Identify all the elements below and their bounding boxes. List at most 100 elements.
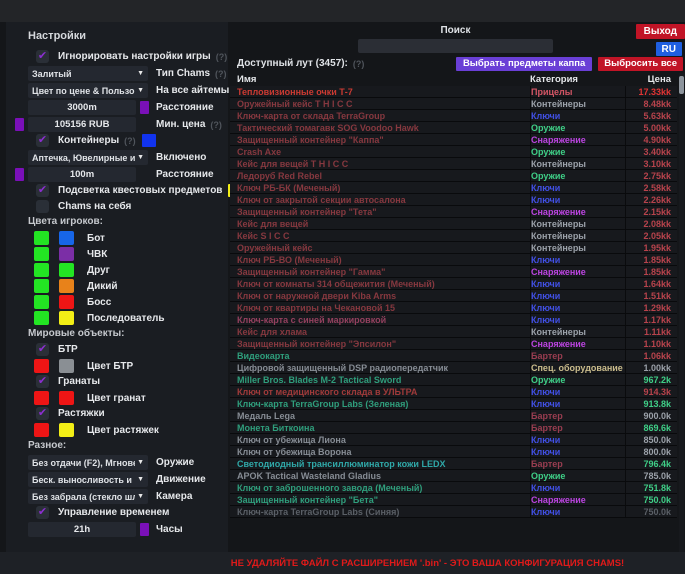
loot-row[interactable]: Оружейный кейс T H I C CКонтейнеры8.48kk (230, 98, 677, 110)
checkbox[interactable]: ✔ (36, 184, 49, 197)
loot-row[interactable]: Ключ от комнаты 314 общежития (Меченый)К… (230, 278, 677, 290)
dropdown-select[interactable]: Аптечка, Ювелирные и...▼ (28, 150, 148, 165)
color-swatch[interactable] (34, 263, 49, 277)
loot-row[interactable]: Кейс S I C CКонтейнеры2.05kk (230, 230, 677, 242)
column-header-name[interactable]: Имя (230, 74, 530, 85)
loot-item-price: 5.00kk (625, 122, 677, 133)
loot-row[interactable]: Ключ РБ-ВО (Меченый)Ключи1.85kk (230, 254, 677, 266)
loot-row[interactable]: Защищенный контейнер "Эпсилон"Снаряжение… (230, 338, 677, 350)
loot-row[interactable]: APOK Tactical Wasteland GladiusОружие785… (230, 470, 677, 482)
color-swatch[interactable] (34, 295, 49, 309)
checkbox-label: БТР (58, 344, 78, 355)
color-swatch[interactable] (34, 311, 49, 325)
loot-row[interactable]: Защищенный контейнер "Тета"Снаряжение2.1… (230, 206, 677, 218)
help-icon: (?) (210, 120, 222, 130)
loot-item-name: Оружейный кейс T H I C C (230, 99, 530, 109)
checkbox[interactable]: ✔ (36, 50, 49, 63)
loot-row[interactable]: Медаль LegaБартер900.0k (230, 410, 677, 422)
loot-row[interactable]: Кейс для вещейКонтейнеры2.08kk (230, 218, 677, 230)
loot-row[interactable]: Ключ от квартиры на Чекановой 15Ключи1.2… (230, 302, 677, 314)
checkbox[interactable]: ✔ (36, 343, 49, 356)
loot-row[interactable]: Ключ РБ-БК (Меченый)Ключи2.58kk (230, 182, 677, 194)
loot-row[interactable]: Ключ-карта TerraGroup Labs (Синяя)Ключи7… (230, 506, 677, 518)
loot-row[interactable]: Ключ от закрытой секции автосалонаКлючи2… (230, 194, 677, 206)
color-swatch[interactable] (59, 359, 74, 373)
loot-row[interactable]: Ключ от медицинского склада в УЛЬТРАКлюч… (230, 386, 677, 398)
color-swatch[interactable] (140, 101, 149, 114)
checkbox[interactable]: ✔ (36, 375, 49, 388)
loot-row[interactable]: Crash AxeОружие3.40kk (230, 146, 677, 158)
checkbox[interactable]: ✔ (36, 134, 49, 147)
loot-row[interactable]: Тактический томагавк SOG Voodoo HawkОруж… (230, 122, 677, 134)
dropdown-select[interactable]: Без забрала (стекло шлема)▼ (28, 489, 148, 504)
column-header-price[interactable]: Цена (625, 74, 677, 85)
dropdown-select[interactable]: Беск. выносливость и нет уста▼ (28, 472, 148, 487)
loot-item-price: 900.0k (625, 410, 677, 421)
dropdown-select[interactable]: Без отдачи (F2), Мгновенное п▼ (28, 455, 148, 470)
color-swatch[interactable] (59, 391, 74, 405)
loot-row[interactable]: Тепловизионные очки Т-7Прицелы17.33kk (230, 86, 677, 98)
color-swatch[interactable] (15, 168, 24, 181)
loot-row[interactable]: Защищенный контейнер "Гамма"Снаряжение1.… (230, 266, 677, 278)
color-swatch[interactable] (59, 279, 74, 293)
loot-item-name: Защищенный контейнер "Бета" (230, 495, 530, 505)
settings-section-heading: Цвета игроков: (28, 216, 228, 228)
loot-row[interactable]: Монета БиткоинаБартер869.6k (230, 422, 677, 434)
loot-item-price: 914.3k (625, 386, 677, 397)
color-swatch[interactable] (34, 247, 49, 261)
loot-item-category: Ключи (530, 314, 625, 325)
dropdown-select[interactable]: Залитый▼ (28, 66, 148, 81)
loot-row[interactable]: Цифровой защищенный DSP радиопередатчикС… (230, 362, 677, 374)
loot-row[interactable]: Ключ-карта TerraGroup Labs (Зеленая)Ключ… (230, 398, 677, 410)
checkbox[interactable]: ✔ (36, 506, 49, 519)
color-swatch[interactable] (59, 263, 74, 277)
scrollbar-thumb[interactable] (679, 76, 684, 94)
dropdown-select[interactable]: Цвет по цене & Пользователь▼ (28, 83, 148, 98)
loot-row[interactable]: Ключ-карта от склада TerraGroupКлючи5.63… (230, 110, 677, 122)
value-input[interactable]: 3000m (28, 100, 136, 115)
loot-row[interactable]: Кейс для хламаКонтейнеры1.11kk (230, 326, 677, 338)
color-swatch[interactable] (59, 231, 74, 245)
loot-row[interactable]: Кейс для вещей T H I C CКонтейнеры3.10kk (230, 158, 677, 170)
color-swatch[interactable] (59, 423, 74, 437)
color-swatch[interactable] (59, 247, 74, 261)
loot-row[interactable]: Ключ от наружной двери Kiba ArmsКлючи1.5… (230, 290, 677, 302)
loot-row[interactable]: Ключ от заброшенного завода (Меченый)Клю… (230, 482, 677, 494)
select-kappa-items-button[interactable]: Выбрать предметы каппа (456, 57, 592, 71)
loot-item-price: 1.10kk (625, 338, 677, 349)
color-swatch[interactable] (140, 523, 149, 536)
loot-row[interactable]: Защищенный контейнер "Бета"Снаряжение750… (230, 494, 677, 506)
loot-item-category: Прицелы (530, 86, 625, 97)
color-pair-row: Цвет растяжек (34, 423, 228, 437)
value-input[interactable]: 105156 RUB (28, 117, 136, 132)
loot-item-price: 1.06kk (625, 350, 677, 361)
loot-row[interactable]: Оружейный кейсКонтейнеры1.95kk (230, 242, 677, 254)
color-swatch[interactable] (15, 118, 24, 131)
value-input[interactable]: 21h (28, 522, 136, 537)
color-swatch[interactable] (59, 311, 74, 325)
loot-item-name: Цифровой защищенный DSP радиопередатчик (230, 363, 530, 373)
color-swatch[interactable] (59, 295, 74, 309)
value-input[interactable]: 100m (28, 167, 136, 182)
scrollbar-track[interactable] (679, 73, 684, 552)
checkbox[interactable] (36, 200, 49, 213)
loot-row[interactable]: Ключ от убежища ЛионаКлючи850.0k (230, 434, 677, 446)
loot-item-category: Контейнеры (530, 242, 625, 253)
loot-row[interactable]: Miller Bros. Blades M-2 Tactical SwordОр… (230, 374, 677, 386)
loot-row[interactable]: Ключ от убежища ВоронаКлючи800.0k (230, 446, 677, 458)
loot-row[interactable]: Ледоруб Red RebelОружие2.75kk (230, 170, 677, 182)
drop-all-button[interactable]: Выбросить все (598, 57, 683, 71)
color-swatch[interactable] (34, 423, 49, 437)
color-swatch[interactable] (142, 134, 156, 147)
loot-row[interactable]: Ключ-карта с синей маркировкойКлючи1.17k… (230, 314, 677, 326)
loot-row[interactable]: Защищенный контейнер "Каппа"Снаряжение4.… (230, 134, 677, 146)
color-swatch[interactable] (34, 391, 49, 405)
loot-item-price: 2.26kk (625, 194, 677, 205)
color-swatch[interactable] (34, 359, 49, 373)
column-header-category[interactable]: Категория (530, 74, 625, 85)
color-swatch[interactable] (34, 231, 49, 245)
loot-row[interactable]: Светодиодный трансиллюминатор кожи LEDXБ… (230, 458, 677, 470)
checkbox[interactable]: ✔ (36, 407, 49, 420)
color-swatch[interactable] (34, 279, 49, 293)
loot-row[interactable]: ВидеокартаБартер1.06kk (230, 350, 677, 362)
